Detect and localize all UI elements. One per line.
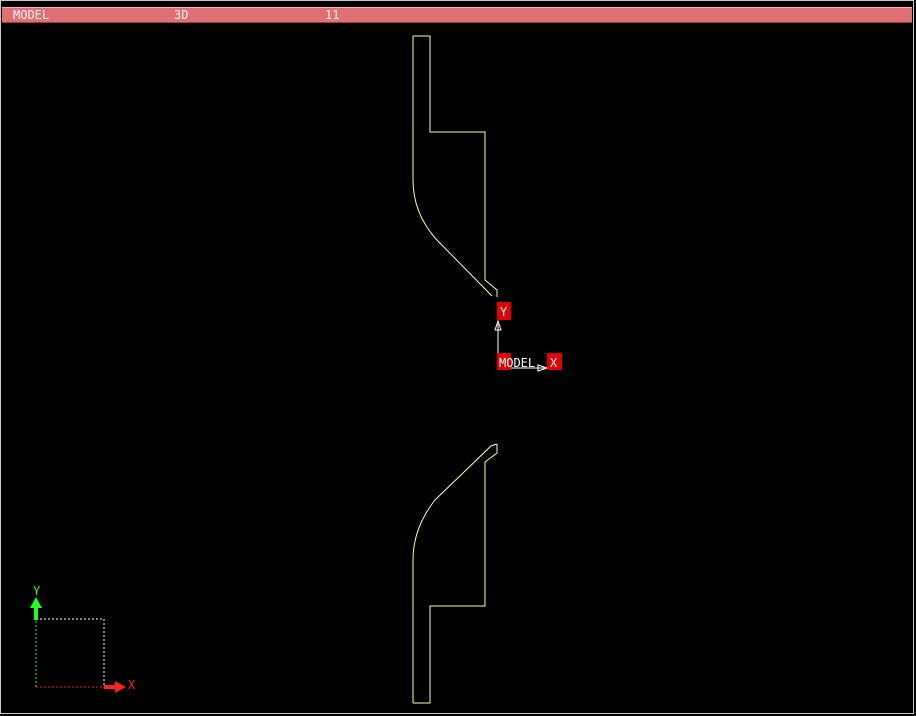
ucs-x-label: X [128,678,136,692]
ucs-icon[interactable]: Y X [30,584,136,693]
origin-marker[interactable]: Y MODEL X [494,302,562,372]
origin-x-label: X [550,356,558,370]
ucs-y-arrow-stem [34,606,38,620]
drawing-viewport[interactable]: Y MODEL X Y X [0,0,916,716]
ucs-y-label: Y [33,584,41,598]
origin-model-label: MODEL [499,356,535,370]
ucs-x-arrow-stem [104,685,118,689]
lower-profile-outline[interactable] [412,443,498,704]
upper-profile-outline[interactable] [412,35,498,297]
origin-y-label: Y [500,305,508,319]
cad-application: MODEL 3D 11 Y MODEL X Y X [0,0,916,716]
